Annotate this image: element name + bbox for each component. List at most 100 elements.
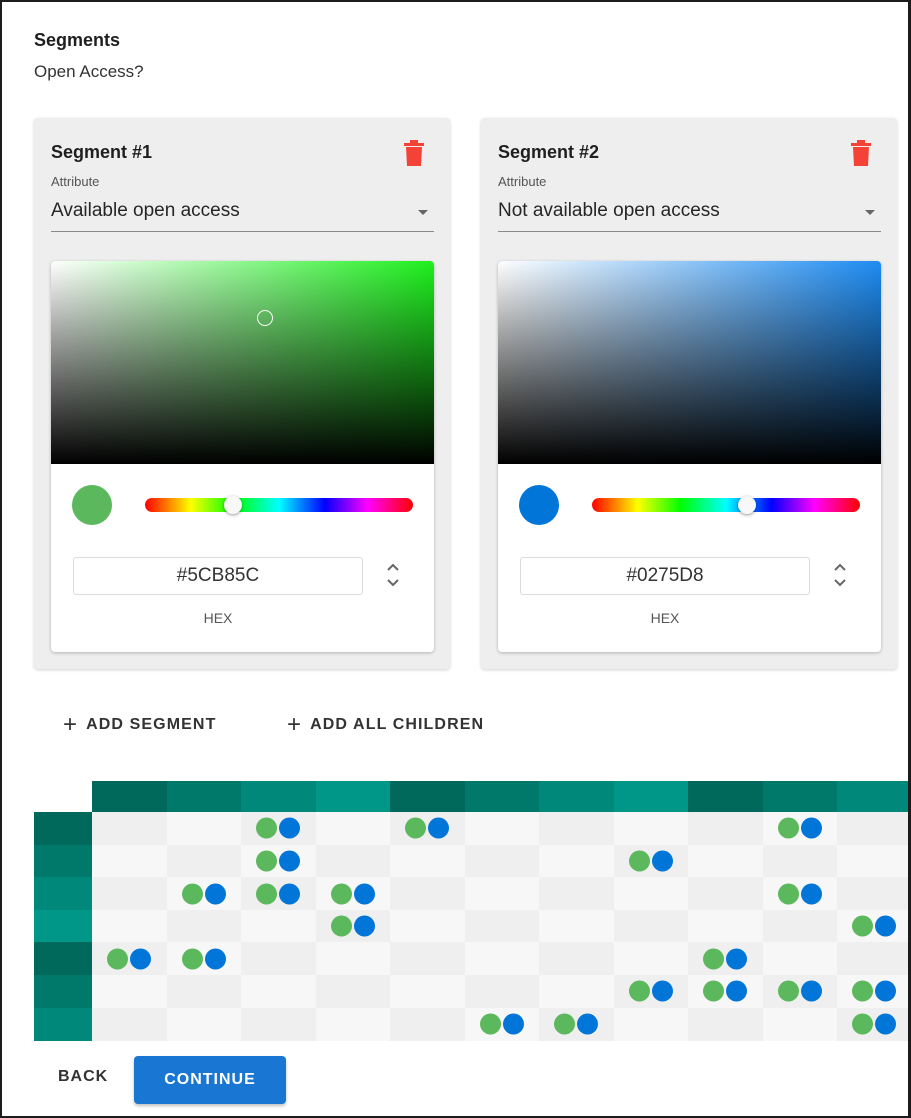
segment-dots [777,883,822,904]
segment-dot [800,883,822,904]
attribute-select[interactable]: Not available open access [498,198,881,232]
grid-cell [390,975,465,1009]
grid-cell [464,844,540,878]
segment-dot [800,980,822,1002]
color-swatch [72,485,112,525]
segment-dots [256,850,301,872]
segment-dots [181,948,226,970]
grid-cell [166,812,242,846]
segment-dot [875,1013,897,1035]
grid-cell [241,942,316,976]
delete-icon[interactable] [851,140,871,166]
segment-dot [353,915,375,937]
grid-cell [688,877,763,911]
grid-cell [837,812,908,846]
segment-dot [577,1013,599,1035]
segment-card-2: Segment #2 Attribute Not available open … [481,118,897,669]
grid-cell [688,1007,763,1041]
segment-dot [502,1013,524,1035]
segment-dot [181,883,203,904]
grid-cell [390,1007,465,1041]
segment-dot [256,850,278,872]
grid-cell [688,844,763,878]
segment-dot [703,980,725,1002]
segment-dots [703,948,748,970]
add-segment-button[interactable]: + ADD SEGMENT [63,711,216,738]
grid-column-header [613,781,689,812]
continue-button[interactable]: CONTINUE [134,1056,286,1104]
segments-panel: Segments Open Access? Segment #1 Attribu… [0,0,911,1118]
attribute-value: Available open access [51,200,240,221]
attribute-select[interactable]: Available open access [51,198,434,232]
hex-input[interactable] [520,557,810,595]
grid-column-header [92,781,167,812]
saturation-cursor[interactable] [257,309,274,326]
add-all-children-button[interactable]: + ADD ALL CHILDREN [287,711,484,738]
segment-dot [875,980,897,1002]
grid-cell [390,844,465,878]
color-picker: HEX [498,261,881,652]
page-title: Segments [34,30,121,50]
hex-label: HEX [650,610,680,626]
back-button[interactable]: BACK [58,1068,108,1086]
segment-dot [651,980,673,1002]
grid-column-header [762,781,838,812]
grid-column-header [464,781,540,812]
segment-dot [651,850,673,872]
grid-column-header [688,781,763,812]
grid-cell [92,909,167,943]
grid-row-header [34,812,92,846]
hue-slider[interactable] [145,496,413,514]
grid-cell [464,877,540,911]
grid-cell [92,844,167,878]
grid-cell [92,812,167,846]
grid-column-header [166,781,242,812]
grid-column-header [241,781,316,812]
hue-slider-thumb[interactable] [738,496,757,514]
segment-dots [107,948,152,970]
hue-slider-thumb[interactable] [224,496,243,514]
hex-input[interactable] [73,557,363,595]
grid-column-header [539,781,614,812]
segment-dot [330,915,352,937]
grid-cell [688,909,763,943]
plus-icon: + [287,711,303,738]
segment-dot [703,948,725,970]
color-picker: HEX [51,261,434,652]
segment-dots [777,980,822,1002]
grid-cell [762,942,838,976]
saturation-area[interactable] [51,261,434,464]
segment-dots [628,850,673,872]
grid-cell [92,1007,167,1041]
delete-icon[interactable] [404,140,424,166]
segment-dot [852,980,874,1002]
grid-cell [241,909,316,943]
segment-dot [726,948,748,970]
segment-dot [204,883,226,904]
segment-dots [703,980,748,1002]
grid-cell [688,812,763,846]
saturation-area[interactable] [498,261,881,464]
segment-dot [204,948,226,970]
segment-dot [726,980,748,1002]
chevron-up-down-icon[interactable] [385,559,401,591]
segment-dots [256,883,301,904]
chevron-up-down-icon[interactable] [832,559,848,591]
segment-dots [330,883,375,904]
segment-dot [479,1013,501,1035]
plus-icon: + [63,711,79,738]
grid-cell [390,909,465,943]
hue-slider[interactable] [592,496,860,514]
grid-cell [315,812,391,846]
attribute-label: Attribute [51,174,100,189]
chevron-down-icon [418,210,428,215]
segment-dot [279,817,301,839]
grid-cell [762,844,838,878]
grid-row-header [34,844,92,878]
grid-row-header [34,909,92,943]
segment-title: Segment #1 [51,142,153,162]
grid-cell [92,975,167,1009]
segment-dot [181,948,203,970]
segment-dots [479,1013,524,1035]
grid-cell [241,1007,316,1041]
